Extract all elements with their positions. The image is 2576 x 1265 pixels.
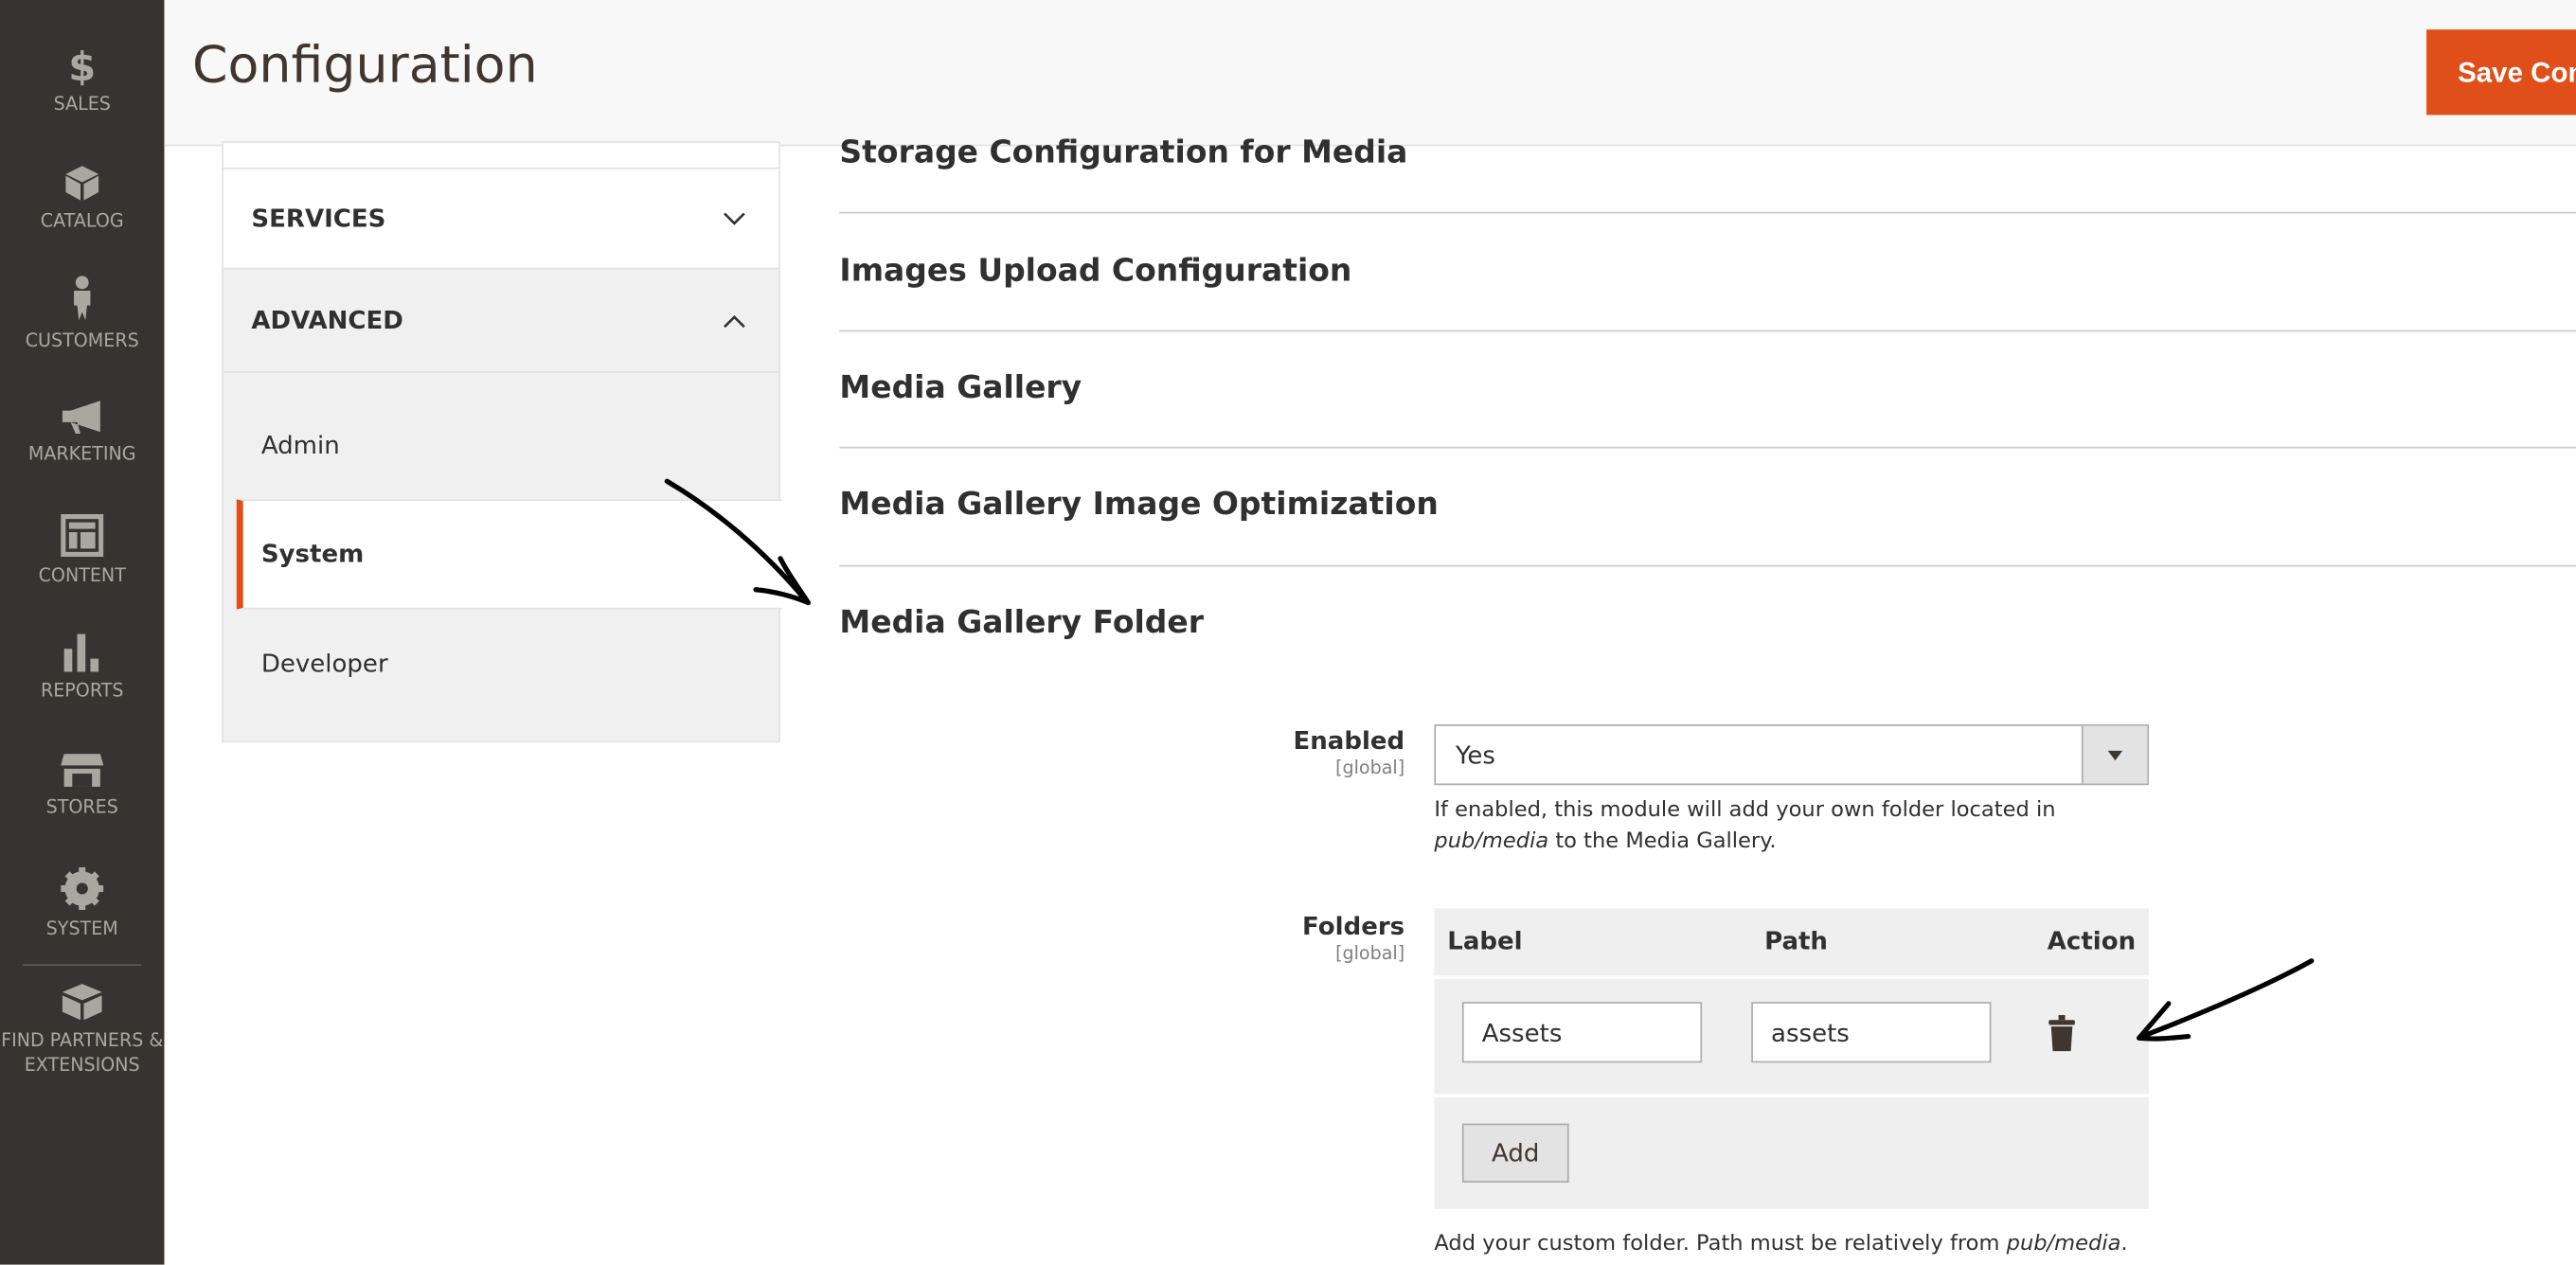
nav-content[interactable]: CONTENT [0,513,164,588]
store-icon [61,754,104,787]
page-header: Configuration Save Config [164,0,2576,147]
section-images-upload[interactable]: Images Upload Configuration [839,253,2576,289]
dollar-icon: $ [68,46,96,86]
nav-label: CATALOG [40,210,124,232]
nav-label: CONTENT [38,564,126,587]
tab-title: SERVICES [251,204,386,234]
table-header: Label Path Action [1434,908,2149,979]
column-label: Label [1447,926,1523,956]
nav-stores[interactable]: STORES [0,752,164,819]
enabled-select[interactable]: Yes [1434,724,2149,786]
note-text: Add your custom folder. Path must be rel… [1434,1232,2007,1257]
nav-partners[interactable]: FIND PARTNERS & EXTENSIONS [0,982,164,1078]
table-row [1434,979,2149,1097]
page-title: Configuration [191,36,538,96]
note-path: pub/media [2006,1232,2121,1257]
folders-table: Label Path Action Add [1434,908,2149,1209]
column-path: Path [1764,926,1828,956]
svg-text:$: $ [68,46,96,86]
nav-catalog[interactable]: CATALOG [0,163,164,234]
nav-label: CUSTOMERS [25,330,139,352]
nav-label: MARKETING [27,443,136,465]
section-media-gallery[interactable]: Media Gallery [839,369,2576,405]
section-storage-configuration[interactable]: Storage Configuration for Media [839,134,2576,170]
caret-down-icon [2107,750,2123,761]
tab-item-developer[interactable]: Developer [224,649,388,678]
enabled-scope: [global] [1335,757,1405,779]
enabled-value: Yes [1455,740,1495,771]
divider [839,330,2576,332]
blocks-icon [62,984,102,1021]
enabled-label: Enabled [1293,725,1405,756]
add-folder-button[interactable]: Add [1461,1123,1569,1183]
nav-system[interactable]: SYSTEM [0,866,164,941]
divider [839,446,2576,449]
tab-advanced[interactable]: ADVANCED [222,267,780,373]
gear-icon [61,866,104,911]
bar-chart-icon [63,633,99,672]
folder-label-input[interactable] [1461,1002,1703,1063]
nav-label: STORES [45,796,118,818]
divider [839,211,2576,214]
tab-partial [222,141,780,169]
box-icon [65,166,99,201]
note-path: pub/media [1434,829,1549,855]
nav-label: SYSTEM [45,918,118,940]
layout-icon [61,513,104,558]
nav-marketing[interactable]: MARKETING [0,400,164,467]
section-media-gallery-image-optimization[interactable]: Media Gallery Image Optimization [839,486,2576,522]
enabled-note: If enabled, this module will add your ow… [1434,795,2124,858]
nav-sales[interactable]: $ SALES [0,46,164,117]
dropdown-button[interactable] [2081,725,2148,784]
chevron-down-icon [724,212,745,225]
nav-label: SALES [53,93,111,116]
admin-nav: $ SALES CATALOG CUSTOMERS MARKETING CONT… [0,0,165,1265]
nav-label: REPORTS [40,680,124,702]
section-media-gallery-folder[interactable]: Media Gallery Folder [839,604,2576,640]
note-text: to the Media Gallery. [1548,829,1777,855]
folder-path-input[interactable] [1751,1002,1992,1063]
trash-icon[interactable] [2048,1015,2075,1052]
megaphone-icon [62,401,100,434]
person-icon [74,276,91,321]
folders-scope: [global] [1335,942,1405,965]
nav-reports[interactable]: REPORTS [0,632,164,704]
save-config-button[interactable]: Save Config [2426,29,2576,116]
folders-note: Add your custom folder. Path must be rel… [1434,1229,2223,1260]
nav-customers[interactable]: CUSTOMERS [0,276,164,353]
annotation-arrow-icon [2136,958,2315,1042]
chevron-up-icon [724,314,745,329]
nav-label: FIND PARTNERS & EXTENSIONS [1,1029,164,1077]
note-text: If enabled, this module will add your ow… [1434,798,2056,824]
divider [839,564,2576,567]
note-text: . [2120,1232,2128,1257]
tab-item-label: System [260,538,365,569]
tab-title: ADVANCED [251,305,403,335]
annotation-arrow-icon [664,478,812,606]
tab-services[interactable]: SERVICES [222,167,780,270]
folders-label: Folders [1302,911,1405,941]
tab-item-admin[interactable]: Admin [224,430,340,459]
nav-divider [23,964,142,967]
